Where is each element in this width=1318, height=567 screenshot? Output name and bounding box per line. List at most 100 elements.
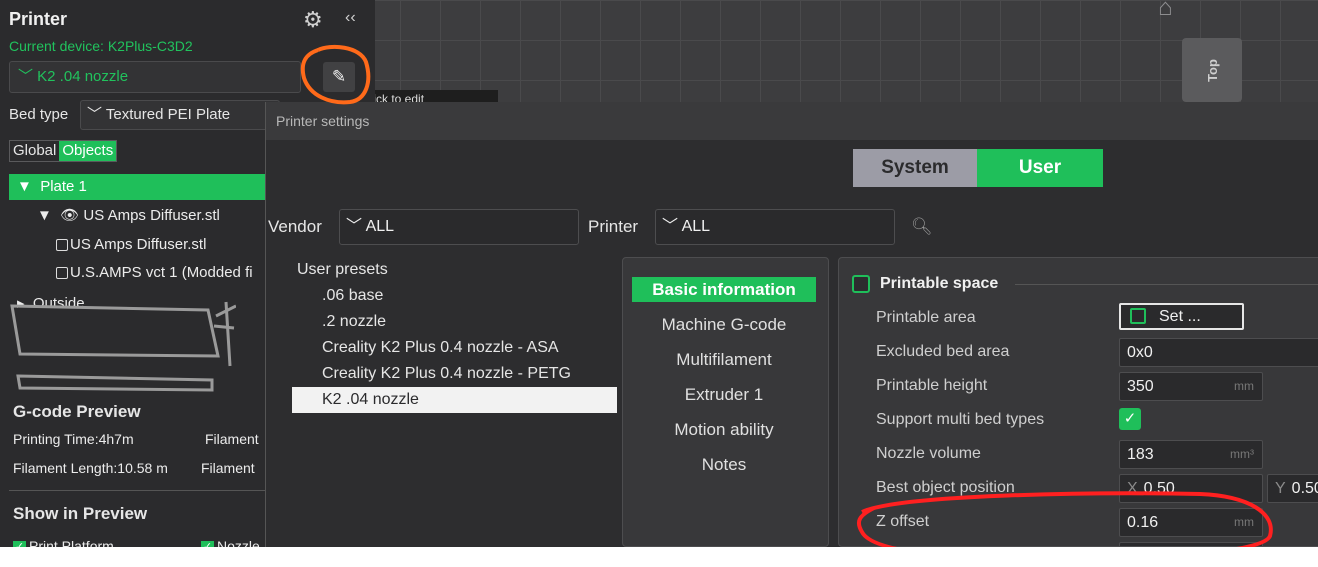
input-value: 0.50 <box>1291 480 1318 497</box>
printer-select[interactable]: ﹀ ALL <box>655 209 895 245</box>
excluded-bed-area-input[interactable]: 0x0 <box>1119 338 1318 367</box>
home-icon[interactable]: ⌂ <box>1158 0 1188 20</box>
preset-item[interactable]: .06 base <box>292 283 617 309</box>
printer-settings-dialog: Printer settings System User Vendor ﹀ AL… <box>265 102 1318 547</box>
plate-label: Plate 1 <box>40 178 87 195</box>
vendor-label: Vendor <box>268 217 322 236</box>
unit-label: mm <box>1234 379 1254 393</box>
chevron-down-icon: ﹀ <box>346 218 366 235</box>
edit-preset-button[interactable]: ✎ <box>323 62 355 92</box>
search-icon[interactable]: 🔍︎ <box>911 217 933 237</box>
section-divider <box>1015 284 1318 285</box>
chevron-down-icon: ﹀ <box>18 68 38 85</box>
chevron-down-icon: ﹀ <box>662 218 682 235</box>
input-value: 183 <box>1127 446 1154 463</box>
user-mode-button[interactable]: User <box>977 149 1103 187</box>
printer-preset-select[interactable]: ﹀ K2 .04 nozzle <box>9 61 301 93</box>
bed-icon <box>1130 308 1146 324</box>
tab-global[interactable]: Global <box>10 141 59 161</box>
nozzle-volume-label: Nozzle volume <box>876 445 981 462</box>
tab-basic-information[interactable]: Basic information <box>632 277 816 302</box>
nozzle-volume-input[interactable]: 183 mm³ <box>1119 440 1263 469</box>
printable-area-label: Printable area <box>876 309 976 326</box>
part-row[interactable]: US Amps Diffuser.stl <box>56 236 206 253</box>
bed-type-value: Textured PEI Plate <box>105 106 231 123</box>
set-button-label: Set ... <box>1159 308 1201 325</box>
unit-label: mm³ <box>1230 447 1254 461</box>
check-icon: ✓ <box>1123 410 1137 427</box>
z-offset-label: Z offset <box>876 513 930 530</box>
filament-label: Filament <box>205 431 259 447</box>
multi-bed-label: Support multi bed types <box>876 411 1045 428</box>
gear-icon[interactable]: ⚙ <box>303 7 323 33</box>
best-position-x-input[interactable]: X 0.50 <box>1119 474 1263 503</box>
check-icon: ✓ <box>13 540 26 547</box>
printable-height-label: Printable height <box>876 377 988 394</box>
vendor-select[interactable]: ﹀ ALL <box>339 209 579 245</box>
current-device: Current device: K2Plus-C3D2 <box>9 38 193 54</box>
dialog-title: Printer settings <box>266 102 1318 140</box>
object-row[interactable]: ▼ 👁 US Amps Diffuser.stl <box>37 206 220 224</box>
printing-time: Printing Time:4h7m <box>13 431 134 447</box>
part-label: U.S.AMPS vct 1 (Modded fi <box>70 264 253 281</box>
z-offset-input[interactable]: 0.16 mm <box>1119 508 1263 537</box>
show-nozzle[interactable]: ✓ Nozzle <box>201 538 260 547</box>
user-presets-list: User presets .06 base .2 nozzle Creality… <box>266 257 618 547</box>
system-mode-button[interactable]: System <box>853 149 977 187</box>
settings-tabs: Basic information Machine G-code Multifi… <box>622 257 829 547</box>
filament-length: Filament Length:10.58 m <box>13 460 168 476</box>
gcode-preview-title: G-code Preview <box>13 402 141 421</box>
panel-title: Printer <box>9 9 68 29</box>
best-position-y-input[interactable]: Y 0.50 <box>1267 474 1318 503</box>
user-presets-heading: User presets <box>297 261 388 278</box>
part-icon <box>56 267 68 280</box>
bed-type-select[interactable]: ﹀ Textured PEI Plate <box>80 100 280 130</box>
printer-value: ALL <box>681 218 711 235</box>
tab-notes[interactable]: Notes <box>632 452 816 477</box>
part-icon <box>56 239 68 252</box>
part-row[interactable]: U.S.AMPS vct 1 (Modded fi <box>56 264 253 281</box>
multi-bed-checkbox[interactable]: ✓ <box>1119 408 1141 430</box>
scope-toggle: Global Objects <box>9 140 118 162</box>
show-item-label: Print Platform <box>29 538 114 547</box>
tab-machine-gcode[interactable]: Machine G-code <box>632 312 816 337</box>
preset-item[interactable]: .2 nozzle <box>292 309 617 335</box>
preset-item[interactable]: Creality K2 Plus 0.4 nozzle - ASA <box>292 335 617 361</box>
properties-panel: Printable space Printable area Set ... E… <box>838 257 1318 547</box>
chevron-down-icon: ﹀ <box>87 106 106 123</box>
show-item-label: Nozzle <box>217 538 260 547</box>
tab-objects[interactable]: Objects <box>59 141 117 161</box>
plate-row[interactable]: ▼ Plate 1 <box>9 174 271 200</box>
app-window: ⌂ Top Click to edit Printer ⚙ ‹‹ Current… <box>0 0 1318 547</box>
set-printable-area-button[interactable]: Set ... <box>1119 303 1244 330</box>
axis-prefix: Y <box>1275 480 1286 497</box>
input-value: 0.50 <box>1143 480 1175 497</box>
section-title: Printable space <box>880 275 999 292</box>
printer-label: Printer <box>588 217 639 236</box>
tab-motion-ability[interactable]: Motion ability <box>632 417 816 442</box>
show-print-platform[interactable]: ✓ Print Platform <box>13 538 114 547</box>
view-top-button[interactable]: Top <box>1182 38 1242 102</box>
best-object-position-label: Best object position <box>876 479 1015 496</box>
part-label: US Amps Diffuser.stl <box>70 236 207 253</box>
preset-item-selected[interactable]: K2 .04 nozzle <box>292 387 617 413</box>
tab-multifilament[interactable]: Multifilament <box>632 347 816 372</box>
axis-prefix: X <box>1127 480 1138 497</box>
filament-label: Filament <box>201 460 255 476</box>
divider <box>9 490 271 491</box>
excluded-bed-area-label: Excluded bed area <box>876 343 1010 360</box>
tab-extruder-1[interactable]: Extruder 1 <box>632 382 816 407</box>
vendor-value: ALL <box>365 218 395 235</box>
unit-label: mm <box>1234 515 1254 529</box>
object-label: US Amps Diffuser.stl <box>83 207 220 224</box>
printable-height-input[interactable]: 350 mm <box>1119 372 1263 401</box>
input-value: 0.16 <box>1127 514 1159 531</box>
bed-type-label: Bed type <box>9 106 69 123</box>
eye-icon[interactable]: 👁 <box>60 207 79 224</box>
collapse-icon[interactable]: ‹‹ <box>345 9 356 27</box>
plate-preview-outline <box>10 301 236 392</box>
cube-icon <box>852 275 870 293</box>
show-in-preview-title: Show in Preview <box>13 504 148 523</box>
preset-item[interactable]: Creality K2 Plus 0.4 nozzle - PETG <box>292 361 617 387</box>
next-row-input[interactable] <box>1119 542 1263 546</box>
